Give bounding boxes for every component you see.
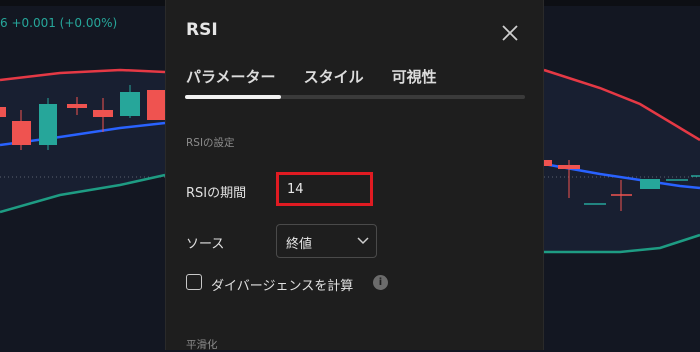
rsi-settings-dialog: RSI パラメーター スタイル 可視性 RSIの設定 RSIの期間 ソース 終値… [165,0,544,351]
period-input[interactable] [276,172,373,206]
tab-parameters[interactable]: パラメーター [186,66,276,87]
info-icon[interactable]: i [373,275,388,290]
tab-style[interactable]: スタイル [304,66,364,87]
source-select[interactable]: 終値 [276,224,377,258]
divergence-label: ダイバージェンスを計算 [211,279,354,294]
tab-track [185,95,525,99]
tab-visibility[interactable]: 可視性 [392,66,437,87]
price-change-label: 6 +0.001 (+0.00%) [0,16,118,30]
close-icon[interactable] [499,22,521,44]
section-label-rsi-settings: RSIの設定 [186,137,235,149]
active-tab-indicator [185,95,281,99]
divergence-checkbox[interactable] [186,274,202,290]
period-label: RSIの期間 [186,186,247,201]
chevron-down-icon [357,237,369,245]
source-label: ソース [186,237,225,252]
dialog-title: RSI [186,20,218,40]
source-select-value: 終値 [286,237,313,252]
tab-bar: パラメーター スタイル 可視性 [186,66,437,87]
